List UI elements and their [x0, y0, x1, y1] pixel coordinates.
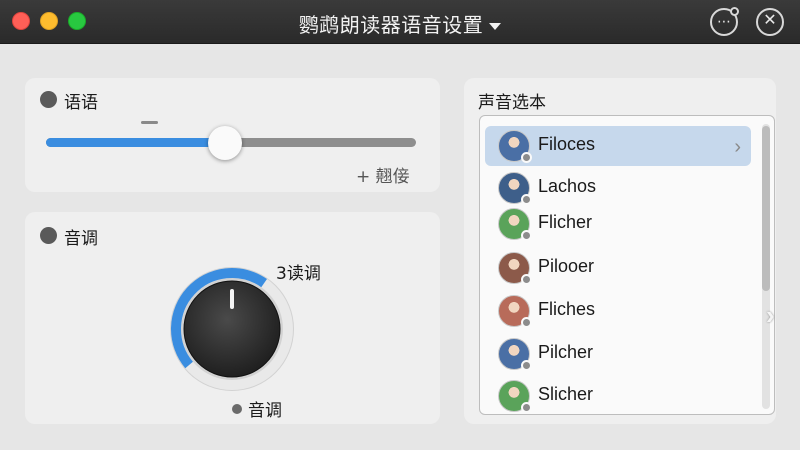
status-dot-icon	[521, 360, 532, 371]
status-dot-icon	[521, 402, 532, 413]
voice-list-item-label: Pilooer	[538, 256, 595, 276]
window-title[interactable]: 鹦鹉朗读器语音设置	[0, 9, 800, 38]
speed-slider-thumb[interactable]	[208, 126, 242, 160]
title-bar: 鹦鹉朗读器语音设置 ⋯ ✕	[0, 0, 800, 44]
speed-increase-label[interactable]: + 翹倿	[356, 162, 410, 187]
voice-list[interactable]: Filoces › Lachos Flicher Pilooer Fliches Pilch…	[479, 115, 775, 415]
pitch-knob[interactable]	[168, 265, 296, 393]
voice-list-item-label: Fliches	[538, 299, 596, 319]
voice-list-item[interactable]: Slicher	[485, 376, 751, 414]
voice-list-item-label: Filoces	[538, 134, 596, 154]
pitch-knob-caption: 音调	[232, 396, 282, 421]
status-dot-icon	[521, 152, 532, 163]
chevron-right-icon: ›	[734, 136, 741, 158]
more-icon: ⋯	[717, 13, 731, 29]
voice-list-scroll-thumb[interactable]	[762, 126, 770, 291]
pitch-label: 音调	[64, 229, 98, 249]
caption-dot-icon	[232, 404, 242, 414]
voice-list-item-label: Slicher	[538, 384, 594, 404]
voice-list-item[interactable]: Lachos	[485, 168, 751, 208]
chevron-right-icon[interactable]: ›	[766, 300, 775, 331]
speed-slider-fill	[46, 138, 224, 147]
more-options-button[interactable]: ⋯	[710, 7, 739, 36]
voice-list-item-label: Lachos	[538, 176, 597, 196]
voice-list-item[interactable]: Fliches	[485, 291, 751, 331]
knob-indicator	[230, 289, 234, 309]
voice-list-item[interactable]: Filoces ›	[485, 126, 751, 166]
voices-title: 声音选本	[478, 93, 546, 113]
status-dot-icon	[521, 230, 532, 241]
pitch-knob-graphic	[170, 267, 294, 391]
voice-settings-window: 鹦鹉朗读器语音设置 ⋯ ✕ 语语 + 翹倿 音调 3读调 音调 声音选本 Fil…	[0, 0, 800, 450]
voice-list-scrollbar[interactable]	[762, 124, 770, 409]
notification-dot-icon	[730, 7, 739, 16]
window-title-text: 鹦鹉朗读器语音设置	[298, 13, 484, 37]
voice-list-item[interactable]: Pilcher	[485, 334, 751, 374]
pitch-bullet-icon	[40, 227, 57, 244]
speed-decrease-icon[interactable]	[141, 121, 158, 124]
voice-list-item-label: Flicher	[538, 212, 593, 232]
pitch-knob-caption-text: 音调	[248, 401, 282, 421]
voice-list-item[interactable]: Pilooer	[485, 248, 751, 288]
voice-list-item-label: Pilcher	[538, 342, 594, 362]
speed-label: 语语	[64, 93, 98, 113]
chevron-down-icon	[489, 23, 502, 30]
speed-bullet-icon	[40, 91, 57, 108]
status-dot-icon	[521, 317, 532, 328]
status-dot-icon	[521, 274, 532, 285]
close-button[interactable]: ✕	[756, 8, 784, 36]
close-icon: ✕	[763, 12, 777, 29]
voice-list-item[interactable]: Flicher	[485, 204, 751, 244]
